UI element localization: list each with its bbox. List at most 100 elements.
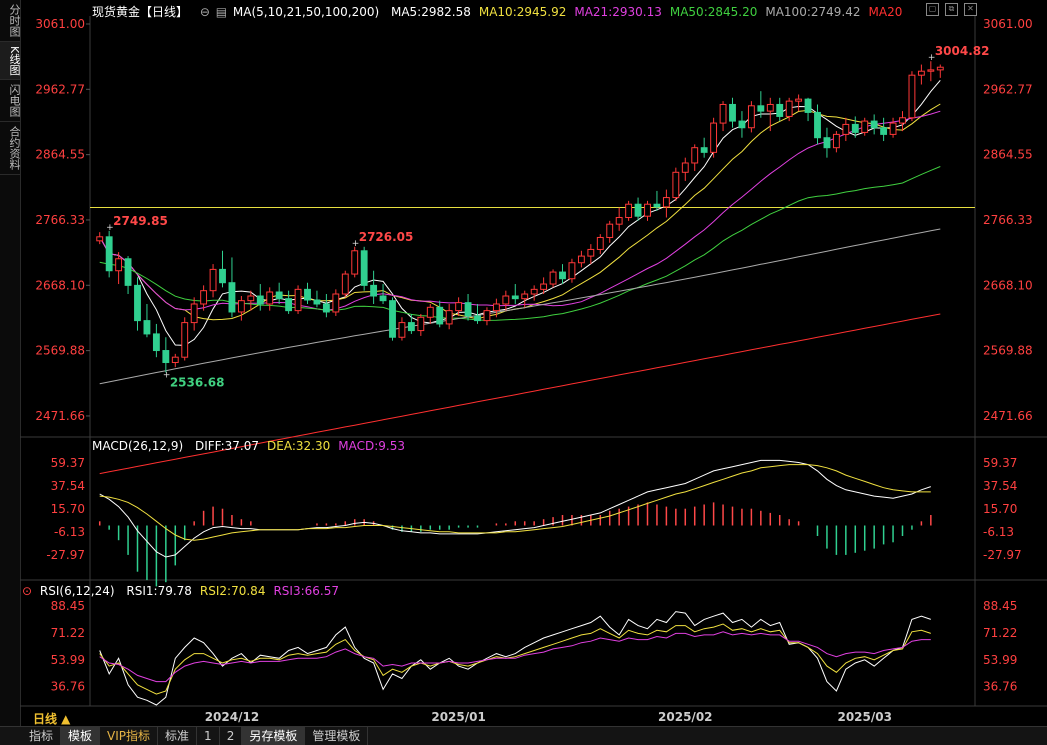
candle-body xyxy=(256,295,264,305)
candle-body xyxy=(143,320,151,335)
macd-legend-item-0: DIFF:37.07 xyxy=(194,439,260,453)
candle-body xyxy=(549,271,557,285)
rsi-tick-left: 88.45 xyxy=(51,599,85,613)
candle-body xyxy=(115,258,123,272)
candle-body xyxy=(322,303,330,313)
candle-body xyxy=(436,306,444,325)
rsi-tick-left: 71.22 xyxy=(51,626,85,640)
candle-body xyxy=(936,66,944,71)
bottom-tab-0[interactable]: 指标 xyxy=(22,727,62,745)
candle-body xyxy=(464,302,472,317)
candle-body xyxy=(379,295,387,302)
candle-body xyxy=(823,137,831,149)
candle-body xyxy=(455,302,463,312)
candle-body xyxy=(625,203,633,219)
bottom-toolbar: 指标 模板 VIP指标 标准 1 2 另存模板 管理模板 xyxy=(0,726,1047,745)
macd-tick-left: 37.54 xyxy=(51,479,85,493)
candle-body xyxy=(738,120,746,129)
rsi-settings-icon[interactable]: ⊙ xyxy=(22,584,32,598)
candle-body xyxy=(332,293,340,313)
candle-body xyxy=(219,268,226,284)
candle-body xyxy=(171,356,179,364)
bottom-tab-7[interactable]: 管理模板 xyxy=(305,727,369,745)
candle-body xyxy=(634,203,642,217)
price-tick-right: 2569.88 xyxy=(983,344,1033,358)
candle-body xyxy=(644,203,651,217)
bottom-tab-1[interactable]: 模板 xyxy=(61,727,101,745)
legend-ma-icon: ▤ xyxy=(215,5,228,19)
time-axis-label: 2025/02 xyxy=(658,710,712,724)
candle-body xyxy=(351,250,359,275)
time-axis-label: 2025/03 xyxy=(837,710,891,724)
candle-body xyxy=(832,133,840,149)
window-controls: ▢ ⧉ ✕ xyxy=(926,3,977,16)
candle-body xyxy=(96,236,104,242)
bottom-tab-4[interactable]: 1 xyxy=(197,727,220,745)
candle-body xyxy=(360,250,368,286)
candle-body xyxy=(870,120,878,129)
candle-body xyxy=(596,236,604,250)
candle-body xyxy=(304,288,311,301)
annotation-marker: + xyxy=(928,53,936,63)
price-tick-right: 2962.77 xyxy=(983,82,1033,96)
annotation-marker: + xyxy=(106,223,114,233)
candle-body xyxy=(398,322,406,338)
candle-body xyxy=(851,123,859,133)
candle-body xyxy=(237,300,245,313)
candle-body xyxy=(691,147,699,164)
ma-params: MA(5,10,21,50,100,200) xyxy=(232,5,380,19)
rsi-title: RSI(6,12,24) xyxy=(39,584,115,598)
price-annotation: 3004.82 xyxy=(935,44,990,58)
candle-body xyxy=(672,171,680,199)
rsi-legend: ⊙ RSI(6,12,24) RSI1:79.78 RSI2:70.84 RSI3:… xyxy=(22,584,355,598)
ma-legend-item-1: MA10:2945.92 xyxy=(478,5,567,19)
price-tick-right: 2864.55 xyxy=(983,148,1033,162)
candle-body xyxy=(927,69,935,72)
candle-body xyxy=(606,223,614,238)
price-tick-right: 2766.33 xyxy=(983,213,1033,227)
macd-tick-left: 15.70 xyxy=(51,502,85,516)
candle-body xyxy=(313,299,321,305)
macd-tick-right: 59.37 xyxy=(983,456,1017,470)
candle-body xyxy=(152,333,160,352)
annotation-marker: + xyxy=(163,370,171,380)
time-axis-label: 2024/12 xyxy=(205,710,259,724)
candle-body xyxy=(275,291,283,300)
bottom-tab-2[interactable]: VIP指标 xyxy=(100,727,159,745)
candle-body xyxy=(162,350,170,364)
candle-body xyxy=(285,298,293,312)
candle-body xyxy=(134,284,141,322)
restore-icon[interactable]: ⧉ xyxy=(945,3,958,16)
macd-legend: MACD(26,12,9) DIFF:37.07 DEA:32.30 MACD:9.… xyxy=(92,439,421,453)
instrument-title: 现货黄金【日线】 xyxy=(92,5,189,19)
candle-body xyxy=(181,322,189,358)
maximize-icon[interactable]: ▢ xyxy=(926,3,939,16)
period-selector-button[interactable]: 日线 ▲ xyxy=(33,710,70,727)
candle-body xyxy=(795,98,803,102)
ma-legend-item-3: MA50:2845.20 xyxy=(669,5,758,19)
candle-body xyxy=(908,74,916,119)
time-axis-label: 2025/01 xyxy=(431,710,485,724)
candle-body xyxy=(124,258,132,286)
close-icon[interactable]: ✕ xyxy=(964,3,977,16)
bottom-tab-3[interactable]: 标准 xyxy=(158,727,198,745)
candle-body xyxy=(814,111,821,139)
candle-body xyxy=(719,103,727,124)
settings-icon[interactable]: ⊖ xyxy=(200,5,210,19)
candle-body xyxy=(917,70,925,76)
candle-body xyxy=(540,283,548,290)
candle-body xyxy=(804,98,812,113)
bottom-tab-5[interactable]: 2 xyxy=(220,727,243,745)
price-tick-left: 2766.33 xyxy=(35,213,85,227)
candle-body xyxy=(511,295,519,300)
candle-body xyxy=(294,288,302,312)
candle-body xyxy=(341,273,349,295)
candle-body xyxy=(530,288,538,295)
macd-tick-left: -27.97 xyxy=(46,548,85,562)
chart-canvas[interactable]: 3061.00 3061.00 2962.77 2962.77 2864.55 2864.… xyxy=(0,0,1047,744)
bottom-tab-6[interactable]: 另存模板 xyxy=(242,727,306,745)
candle-body xyxy=(445,310,453,325)
macd-tick-right: -6.13 xyxy=(983,525,1014,539)
price-tick-left: 2569.88 xyxy=(35,344,85,358)
price-tick-right: 3061.00 xyxy=(983,17,1033,31)
